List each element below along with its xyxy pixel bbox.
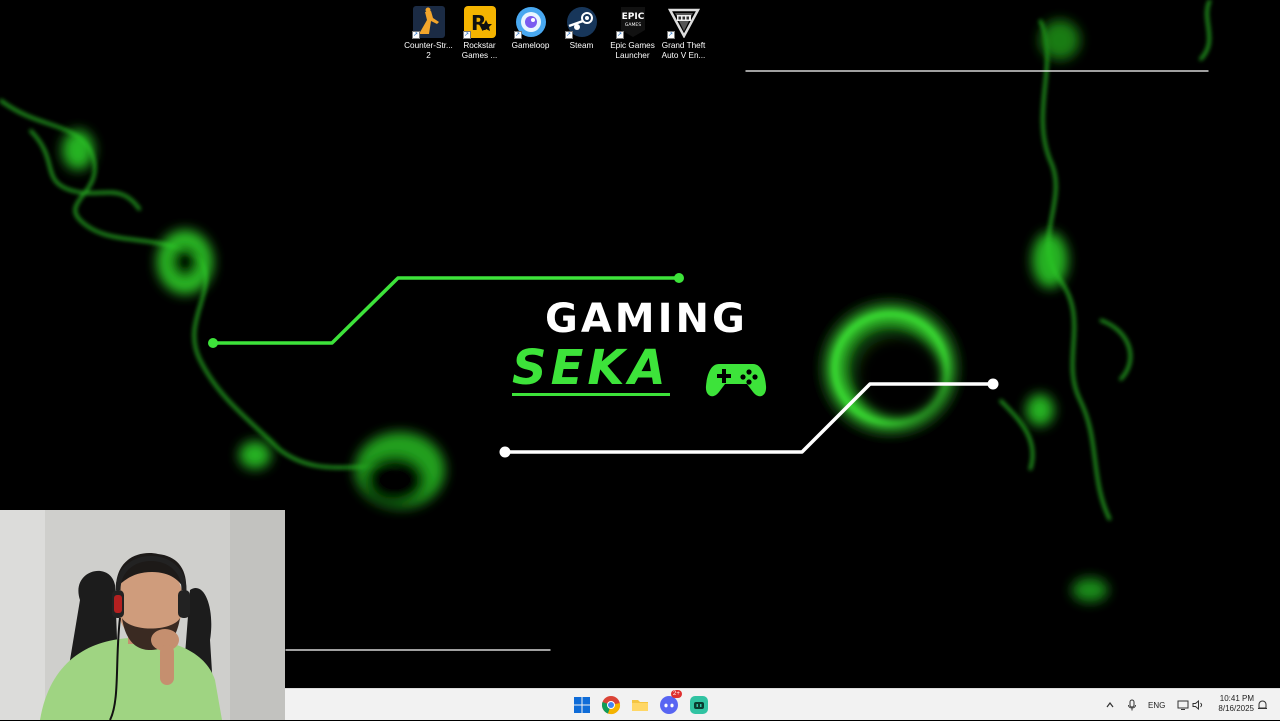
clock-date: 8/16/2025 xyxy=(1218,704,1254,713)
gta-v-icon: ↗ xyxy=(666,6,700,39)
streamlabs-icon[interactable] xyxy=(688,694,710,716)
taskbar: 2+ ENG 10:41 PM 8/16/2025 xyxy=(285,688,1280,720)
desktop-icon-grid: ↗ Counter-Str... 2 R ↗ Rockstar Games ..… xyxy=(403,4,709,66)
desktop-icon-label: Grand Theft Auto V En... xyxy=(661,41,706,60)
windows-start-icon[interactable] xyxy=(571,694,593,716)
microphone-icon[interactable] xyxy=(1127,689,1137,721)
discord-notification-badge: 2+ xyxy=(671,690,682,698)
file-explorer-icon[interactable] xyxy=(629,694,651,716)
desktop-icon-label: Counter-Str... 2 xyxy=(404,41,453,60)
desktop-icon-rockstar-games[interactable]: R ↗ Rockstar Games ... xyxy=(454,4,505,66)
chevron-up-icon xyxy=(1106,702,1114,708)
counter-strike-2-icon: ↗ xyxy=(411,6,445,39)
desktop-icon-label: Steam xyxy=(569,41,594,50)
rockstar-games-icon: R ↗ xyxy=(462,6,496,39)
gamepad-icon xyxy=(705,364,767,397)
svg-text:R: R xyxy=(471,11,486,35)
webcam-person-image xyxy=(0,510,285,720)
webcam-overlay xyxy=(0,510,285,720)
notification-icon[interactable] xyxy=(1257,689,1268,721)
gameloop-icon: ↗ xyxy=(513,6,547,39)
clock-time: 10:41 PM xyxy=(1219,694,1254,703)
wallpaper-title-gaming: GAMING xyxy=(545,296,748,342)
epic-logo-subtext: GAMES xyxy=(624,22,640,28)
clock[interactable]: 10:41 PM 8/16/2025 xyxy=(1218,694,1254,714)
epic-games-icon: EPIC GAMES ↗ xyxy=(615,6,649,39)
wallpaper-title-seka: SEKA xyxy=(512,340,670,396)
volume-icon[interactable] xyxy=(1192,689,1204,721)
network-icon[interactable] xyxy=(1177,689,1189,721)
desktop-icon-label: Gameloop xyxy=(511,41,550,50)
desktop-icon-label: Epic Games Launcher xyxy=(610,41,655,60)
desktop-icon-label: Rockstar Games ... xyxy=(461,41,498,60)
desktop-icon-gta-v[interactable]: ↗ Grand Theft Auto V En... xyxy=(658,4,709,66)
steam-icon: ↗ xyxy=(564,6,598,39)
epic-logo-text: EPIC xyxy=(621,12,644,22)
chrome-icon[interactable] xyxy=(600,694,622,716)
desktop-icon-counter-strike[interactable]: ↗ Counter-Str... 2 xyxy=(403,4,454,66)
show-hidden-icons[interactable] xyxy=(1105,689,1115,721)
desktop-icon-steam[interactable]: ↗ Steam xyxy=(556,4,607,66)
desktop-icon-gameloop[interactable]: ↗ Gameloop xyxy=(505,4,556,66)
discord-icon[interactable]: 2+ xyxy=(658,690,682,716)
desktop-icon-epic-games[interactable]: EPIC GAMES ↗ Epic Games Launcher xyxy=(607,4,658,66)
language-indicator[interactable]: ENG xyxy=(1148,689,1165,721)
